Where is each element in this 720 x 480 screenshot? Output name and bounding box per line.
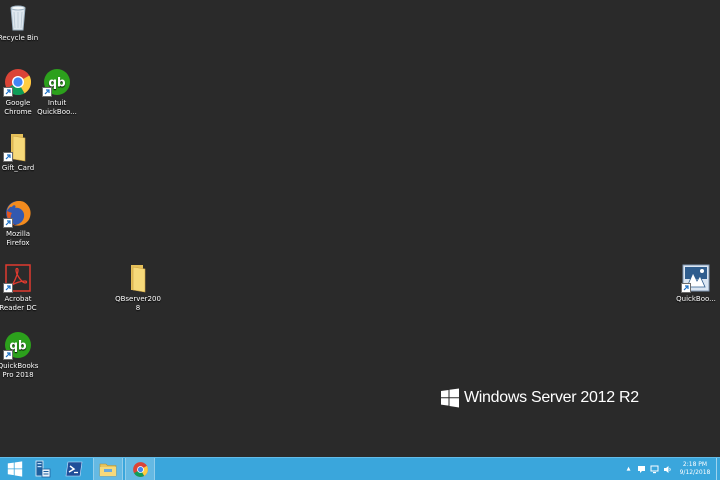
- quickbooks-right-label: QuickBoo...: [676, 295, 716, 303]
- mozilla-firefox-shortcut[interactable]: Mozilla Firefox: [0, 198, 41, 248]
- quickbooks-pro-label: QuickBooks Pro 2018: [0, 362, 39, 379]
- desktop: Recycle Bin Google Chrome qb Intuit Quic…: [0, 0, 720, 457]
- folder-icon: [3, 132, 33, 162]
- quickbooks-pro-shortcut[interactable]: qb QuickBooks Pro 2018: [0, 330, 41, 380]
- gift-card-folder-shortcut[interactable]: Gift_Card: [0, 132, 41, 173]
- shortcut-arrow-icon: [3, 152, 13, 162]
- system-tray: ▲ 2:18 PM 9/12/2018: [622, 458, 720, 480]
- powershell-button[interactable]: [59, 458, 89, 480]
- show-hidden-icons-button[interactable]: ▲: [624, 465, 633, 474]
- clock-date: 9/12/2018: [679, 469, 711, 476]
- server-manager-button[interactable]: [27, 458, 57, 480]
- mozilla-firefox-label: Mozilla Firefox: [5, 230, 31, 247]
- quickbooks-right-shortcut[interactable]: QuickBoo...: [673, 263, 719, 304]
- shortcut-arrow-icon: [3, 283, 13, 293]
- acrobat-reader-label: Acrobat Reader DC: [0, 295, 37, 312]
- windows-server-watermark: Windows Server 2012 R2: [441, 388, 639, 408]
- qbserver-label: QBserver2008: [115, 295, 161, 312]
- show-desktop-button[interactable]: [716, 458, 720, 480]
- powershell-icon: [65, 461, 83, 477]
- intuit-quickbooks-shortcut[interactable]: qb Intuit QuickBoo...: [34, 67, 80, 117]
- intuit-quickbooks-label: Intuit QuickBoo...: [37, 99, 77, 116]
- chrome-taskbar-button[interactable]: [125, 458, 155, 480]
- quickbooks-installer-icon: [681, 263, 711, 293]
- acrobat-icon: [3, 263, 33, 293]
- network-icon[interactable]: [650, 465, 659, 474]
- recycle-bin-shortcut[interactable]: Recycle Bin: [0, 2, 41, 43]
- shortcut-arrow-icon: [681, 283, 691, 293]
- gift-card-label: Gift_Card: [1, 164, 35, 172]
- recycle-bin-label: Recycle Bin: [0, 34, 39, 42]
- shortcut-arrow-icon: [3, 350, 13, 360]
- file-explorer-button[interactable]: [93, 458, 123, 480]
- taskbar: ▲ 2:18 PM 9/12/2018: [0, 457, 720, 480]
- chrome-icon: [132, 461, 148, 477]
- file-explorer-icon: [99, 463, 117, 477]
- folder-icon: [123, 263, 153, 293]
- clock-time: 2:18 PM: [682, 461, 708, 468]
- shortcut-arrow-icon: [3, 87, 13, 97]
- shortcut-arrow-icon: [3, 218, 13, 228]
- quickbooks-icon: qb: [3, 330, 33, 360]
- acrobat-reader-shortcut[interactable]: Acrobat Reader DC: [0, 263, 41, 313]
- shortcut-arrow-icon: [42, 87, 52, 97]
- watermark-text: Windows Server 2012 R2: [464, 389, 639, 406]
- quickbooks-icon: qb: [42, 67, 72, 97]
- taskbar-clock[interactable]: 2:18 PM 9/12/2018: [674, 461, 716, 477]
- windows-logo-icon: [441, 388, 459, 408]
- chrome-icon: [3, 67, 33, 97]
- start-icon: [7, 461, 23, 477]
- qbserver-folder[interactable]: QBserver2008: [113, 263, 163, 313]
- recycle-bin-icon: [3, 2, 33, 32]
- volume-icon[interactable]: [663, 465, 672, 474]
- start-button[interactable]: [0, 458, 30, 480]
- server-manager-icon: [35, 460, 51, 478]
- action-center-icon[interactable]: [637, 465, 646, 474]
- caret-up-icon: ▲: [626, 466, 631, 472]
- firefox-icon: [3, 198, 33, 228]
